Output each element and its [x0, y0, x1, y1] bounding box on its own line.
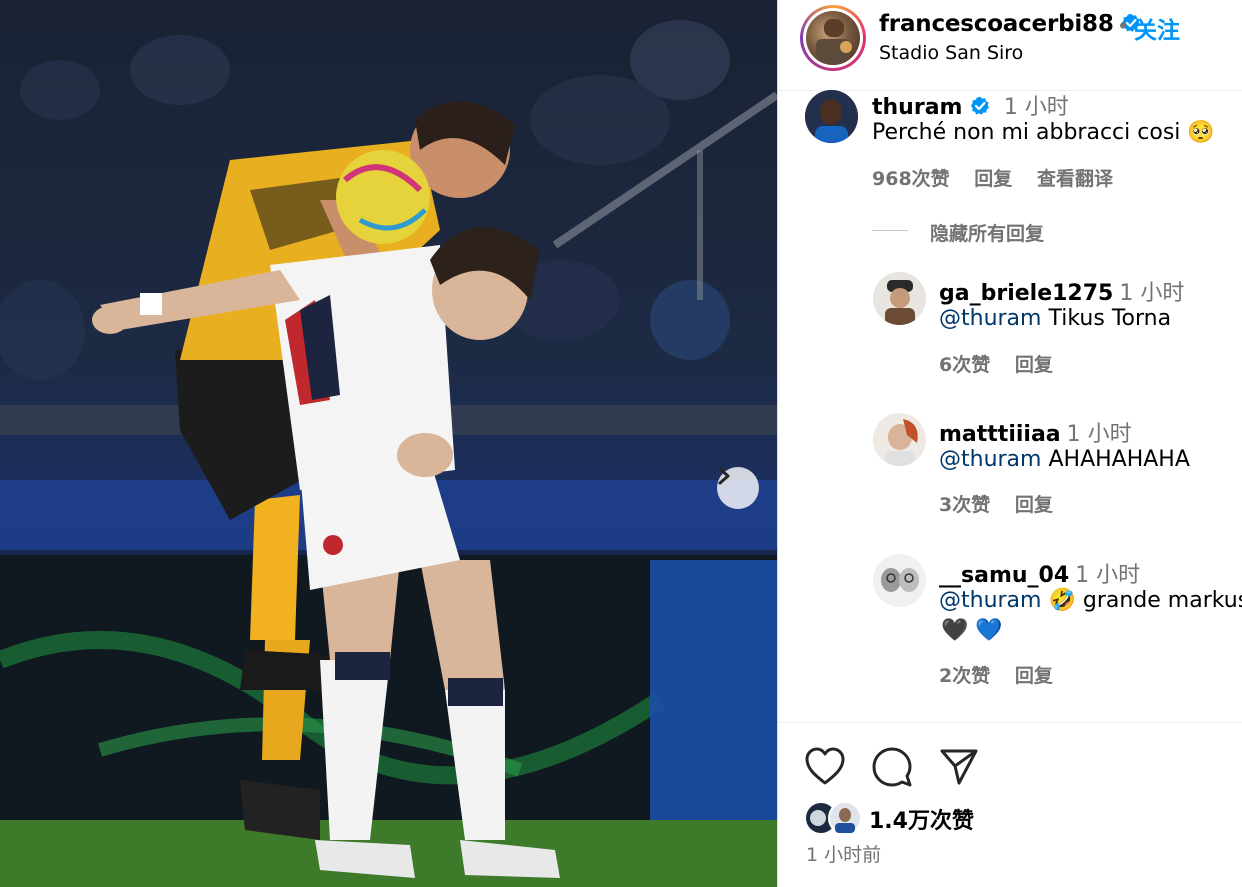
comments-panel: francescoacerbi88 • 关注 Stadio San Siro t…: [778, 0, 1242, 887]
reply-username[interactable]: __samu_04: [939, 563, 1069, 588]
like-count[interactable]: 1.4万次赞: [869, 803, 974, 835]
reply-avatar-image: [873, 272, 926, 325]
reply-text: Tikus Torna: [1041, 306, 1172, 331]
reply-actions: 6次赞 回复: [939, 350, 1071, 377]
see-translation-button[interactable]: 查看翻译: [1037, 168, 1113, 190]
reply-button[interactable]: 回复: [974, 168, 1012, 190]
author-avatar[interactable]: [800, 5, 866, 71]
comment-text-row: Perché non mi abbracci cosi 🥺: [872, 120, 1215, 145]
next-image-button[interactable]: [717, 467, 759, 509]
reply-text-row: @thuram 🤣 grande markus: [939, 588, 1242, 613]
reply-button[interactable]: 回复: [1015, 494, 1053, 516]
post-image[interactable]: [0, 0, 777, 887]
chevron-right-icon: [718, 467, 730, 485]
author-username-row[interactable]: francescoacerbi88: [879, 11, 1141, 37]
comment-actions: 968次赞 回复 查看翻译: [872, 164, 1131, 191]
reply-button[interactable]: 回复: [1015, 665, 1053, 687]
reply-mention[interactable]: @thuram: [939, 306, 1041, 331]
liked-by-avatars[interactable]: [804, 801, 868, 839]
post-header: francescoacerbi88 • 关注 Stadio San Siro: [778, 0, 1242, 91]
follow-button[interactable]: 关注: [1134, 11, 1180, 45]
comment-username[interactable]: thuram: [872, 95, 962, 120]
author-avatar-image: [816, 19, 852, 65]
comment-avatar[interactable]: [805, 90, 858, 143]
reply-username-row: ga_briele1275 1 小时: [939, 275, 1184, 307]
actions-divider: [778, 722, 1242, 723]
reply-avatar[interactable]: [873, 272, 926, 325]
reply-actions: 3次赞 回复: [939, 490, 1071, 517]
reply-mention[interactable]: @thuram: [939, 447, 1041, 472]
send-icon: [940, 749, 978, 785]
reply-avatar-image: [873, 413, 926, 466]
comment-text: Perché non mi abbracci cosi: [872, 120, 1181, 145]
reply-likes[interactable]: 2次赞: [939, 665, 990, 687]
reply-button[interactable]: 回复: [1015, 354, 1053, 376]
reply-username[interactable]: matttiiiaa: [939, 422, 1061, 447]
reply-avatar[interactable]: [873, 554, 926, 607]
reply-avatar[interactable]: [873, 413, 926, 466]
reply-text-line2: 🖤 💙: [941, 618, 1003, 643]
comment-button[interactable]: [871, 746, 913, 792]
reply-username[interactable]: ga_briele1275: [939, 281, 1113, 306]
reply-likes[interactable]: 6次赞: [939, 354, 990, 376]
pleading-face-emoji: 🥺: [1187, 120, 1215, 145]
post-location[interactable]: Stadio San Siro: [879, 42, 1023, 64]
reply-actions: 2次赞 回复: [939, 661, 1071, 688]
replies-line: [872, 230, 908, 231]
liked-by-avatar-group: [804, 801, 862, 835]
reply-username-row: matttiiiaa 1 小时: [939, 416, 1132, 448]
reply-text: 🤣 grande markus: [1041, 588, 1242, 613]
thuram-avatar-image: [805, 90, 858, 143]
reply-time[interactable]: 1 小时: [1119, 281, 1184, 306]
comment-likes[interactable]: 968次赞: [872, 168, 950, 190]
reply-text-row: @thuram AHAHAHAHA: [939, 447, 1190, 472]
post-timestamp[interactable]: 1 小时前: [806, 840, 881, 867]
instagram-post-view: francescoacerbi88 • 关注 Stadio San Siro t…: [0, 0, 1242, 887]
comment-icon: [872, 747, 912, 787]
comment-username-row: thuram 1 小时: [872, 89, 1069, 121]
heart-icon: [805, 747, 845, 785]
author-username[interactable]: francescoacerbi88: [879, 11, 1114, 37]
reply-time[interactable]: 1 小时: [1075, 563, 1140, 588]
football-photo: [0, 20, 777, 887]
reply-avatar-image: [873, 554, 926, 607]
like-button[interactable]: [804, 746, 846, 790]
reply-username-row: __samu_04 1 小时: [939, 557, 1140, 589]
hide-replies-button[interactable]: 隐藏所有回复: [930, 219, 1044, 246]
reply-mention[interactable]: @thuram: [939, 588, 1041, 613]
reply-text: AHAHAHAHA: [1041, 447, 1190, 472]
reply-time[interactable]: 1 小时: [1067, 422, 1132, 447]
verified-badge-icon: [970, 96, 990, 115]
separator-dot: •: [1117, 14, 1129, 38]
reply-text-row: @thuram Tikus Torna: [939, 306, 1171, 331]
share-button[interactable]: [939, 748, 979, 790]
comment-time[interactable]: 1 小时: [1004, 95, 1069, 120]
reply-likes[interactable]: 3次赞: [939, 494, 990, 516]
